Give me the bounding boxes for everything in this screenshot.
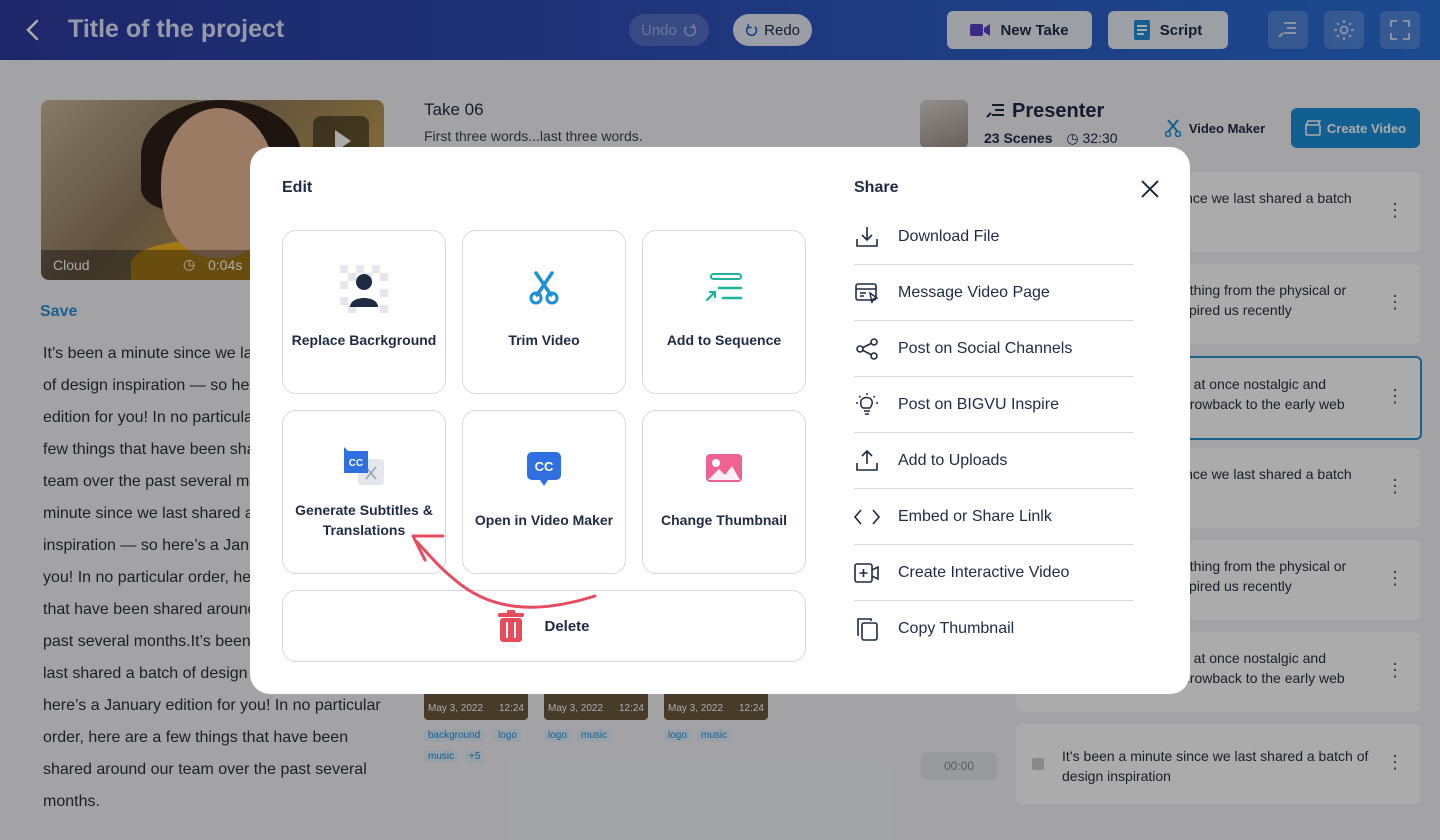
share-item-label: Embed or Share Linlk bbox=[898, 507, 1052, 525]
code-icon bbox=[854, 504, 880, 530]
share-item-label: Post on BIGVU Inspire bbox=[898, 395, 1059, 413]
copy-icon bbox=[854, 616, 880, 642]
tile-label: Add to Sequence bbox=[666, 332, 782, 348]
share-item-label: Download File bbox=[898, 227, 1000, 245]
replace-background-icon bbox=[283, 265, 445, 313]
share-item-label: Message Video Page bbox=[898, 283, 1050, 301]
change-thumbnail-tile[interactable]: Change Thumbnail bbox=[642, 410, 806, 574]
add-to-sequence-tile[interactable]: Add to Sequence bbox=[642, 230, 806, 394]
delete-label: Delete bbox=[544, 617, 590, 635]
share-item-label: Copy Thumbnail bbox=[898, 620, 1015, 637]
create-interactive-video-item[interactable]: Create Interactive Video bbox=[854, 545, 1134, 601]
interactive-video-icon bbox=[854, 560, 880, 586]
lightbulb-icon bbox=[854, 392, 880, 418]
share-item-label: Post on Social Channels bbox=[898, 339, 1073, 357]
share-nodes-icon bbox=[854, 336, 880, 362]
edit-section-title: Edit bbox=[282, 179, 313, 196]
close-button[interactable] bbox=[1138, 177, 1162, 201]
message-page-icon bbox=[854, 280, 880, 306]
download-file-item[interactable]: Download File bbox=[854, 209, 1134, 265]
sequence-icon bbox=[643, 273, 805, 303]
copy-thumbnail-item[interactable]: Copy Thumbnail bbox=[854, 601, 1134, 657]
post-social-item[interactable]: Post on Social Channels bbox=[854, 321, 1134, 377]
close-icon bbox=[1141, 180, 1159, 198]
scissors-icon bbox=[463, 271, 625, 305]
message-video-page-item[interactable]: Message Video Page bbox=[854, 265, 1134, 321]
share-list: Download File Message Video Page Post on… bbox=[854, 209, 1134, 657]
tile-label: Replace Bacrkground bbox=[291, 332, 437, 348]
upload-icon bbox=[854, 448, 880, 474]
subtitles-translate-icon: CC bbox=[283, 447, 445, 489]
generate-subtitles-tile[interactable]: CC Generate Subtitles & Translations bbox=[282, 410, 446, 574]
tile-label: Generate Subtitles & Translations bbox=[295, 502, 433, 538]
add-to-uploads-item[interactable]: Add to Uploads bbox=[854, 433, 1134, 489]
tile-label: Trim Video bbox=[508, 332, 580, 348]
edit-share-modal: Edit Share Replace Bacrkground Trim Vide… bbox=[250, 147, 1190, 694]
svg-text:CC: CC bbox=[349, 458, 363, 469]
trim-video-tile[interactable]: Trim Video bbox=[462, 230, 626, 394]
post-bigvu-inspire-item[interactable]: Post on BIGVU Inspire bbox=[854, 377, 1134, 433]
share-item-label: Add to Uploads bbox=[898, 451, 1008, 469]
image-icon bbox=[643, 453, 805, 483]
embed-share-link-item[interactable]: Embed or Share Linlk bbox=[854, 489, 1134, 545]
replace-background-tile[interactable]: Replace Bacrkground bbox=[282, 230, 446, 394]
share-item-label: Create Interactive Video bbox=[898, 563, 1070, 581]
cc-icon: CC bbox=[463, 451, 625, 487]
tile-label: Open in Video Maker bbox=[474, 512, 614, 528]
delete-button[interactable]: Delete bbox=[282, 590, 806, 662]
svg-text:CC: CC bbox=[535, 459, 554, 474]
open-video-maker-tile[interactable]: CC Open in Video Maker bbox=[462, 410, 626, 574]
tile-label: Change Thumbnail bbox=[661, 512, 787, 528]
trash-icon bbox=[498, 610, 525, 642]
share-section-title: Share bbox=[854, 179, 899, 196]
download-icon bbox=[854, 224, 880, 250]
